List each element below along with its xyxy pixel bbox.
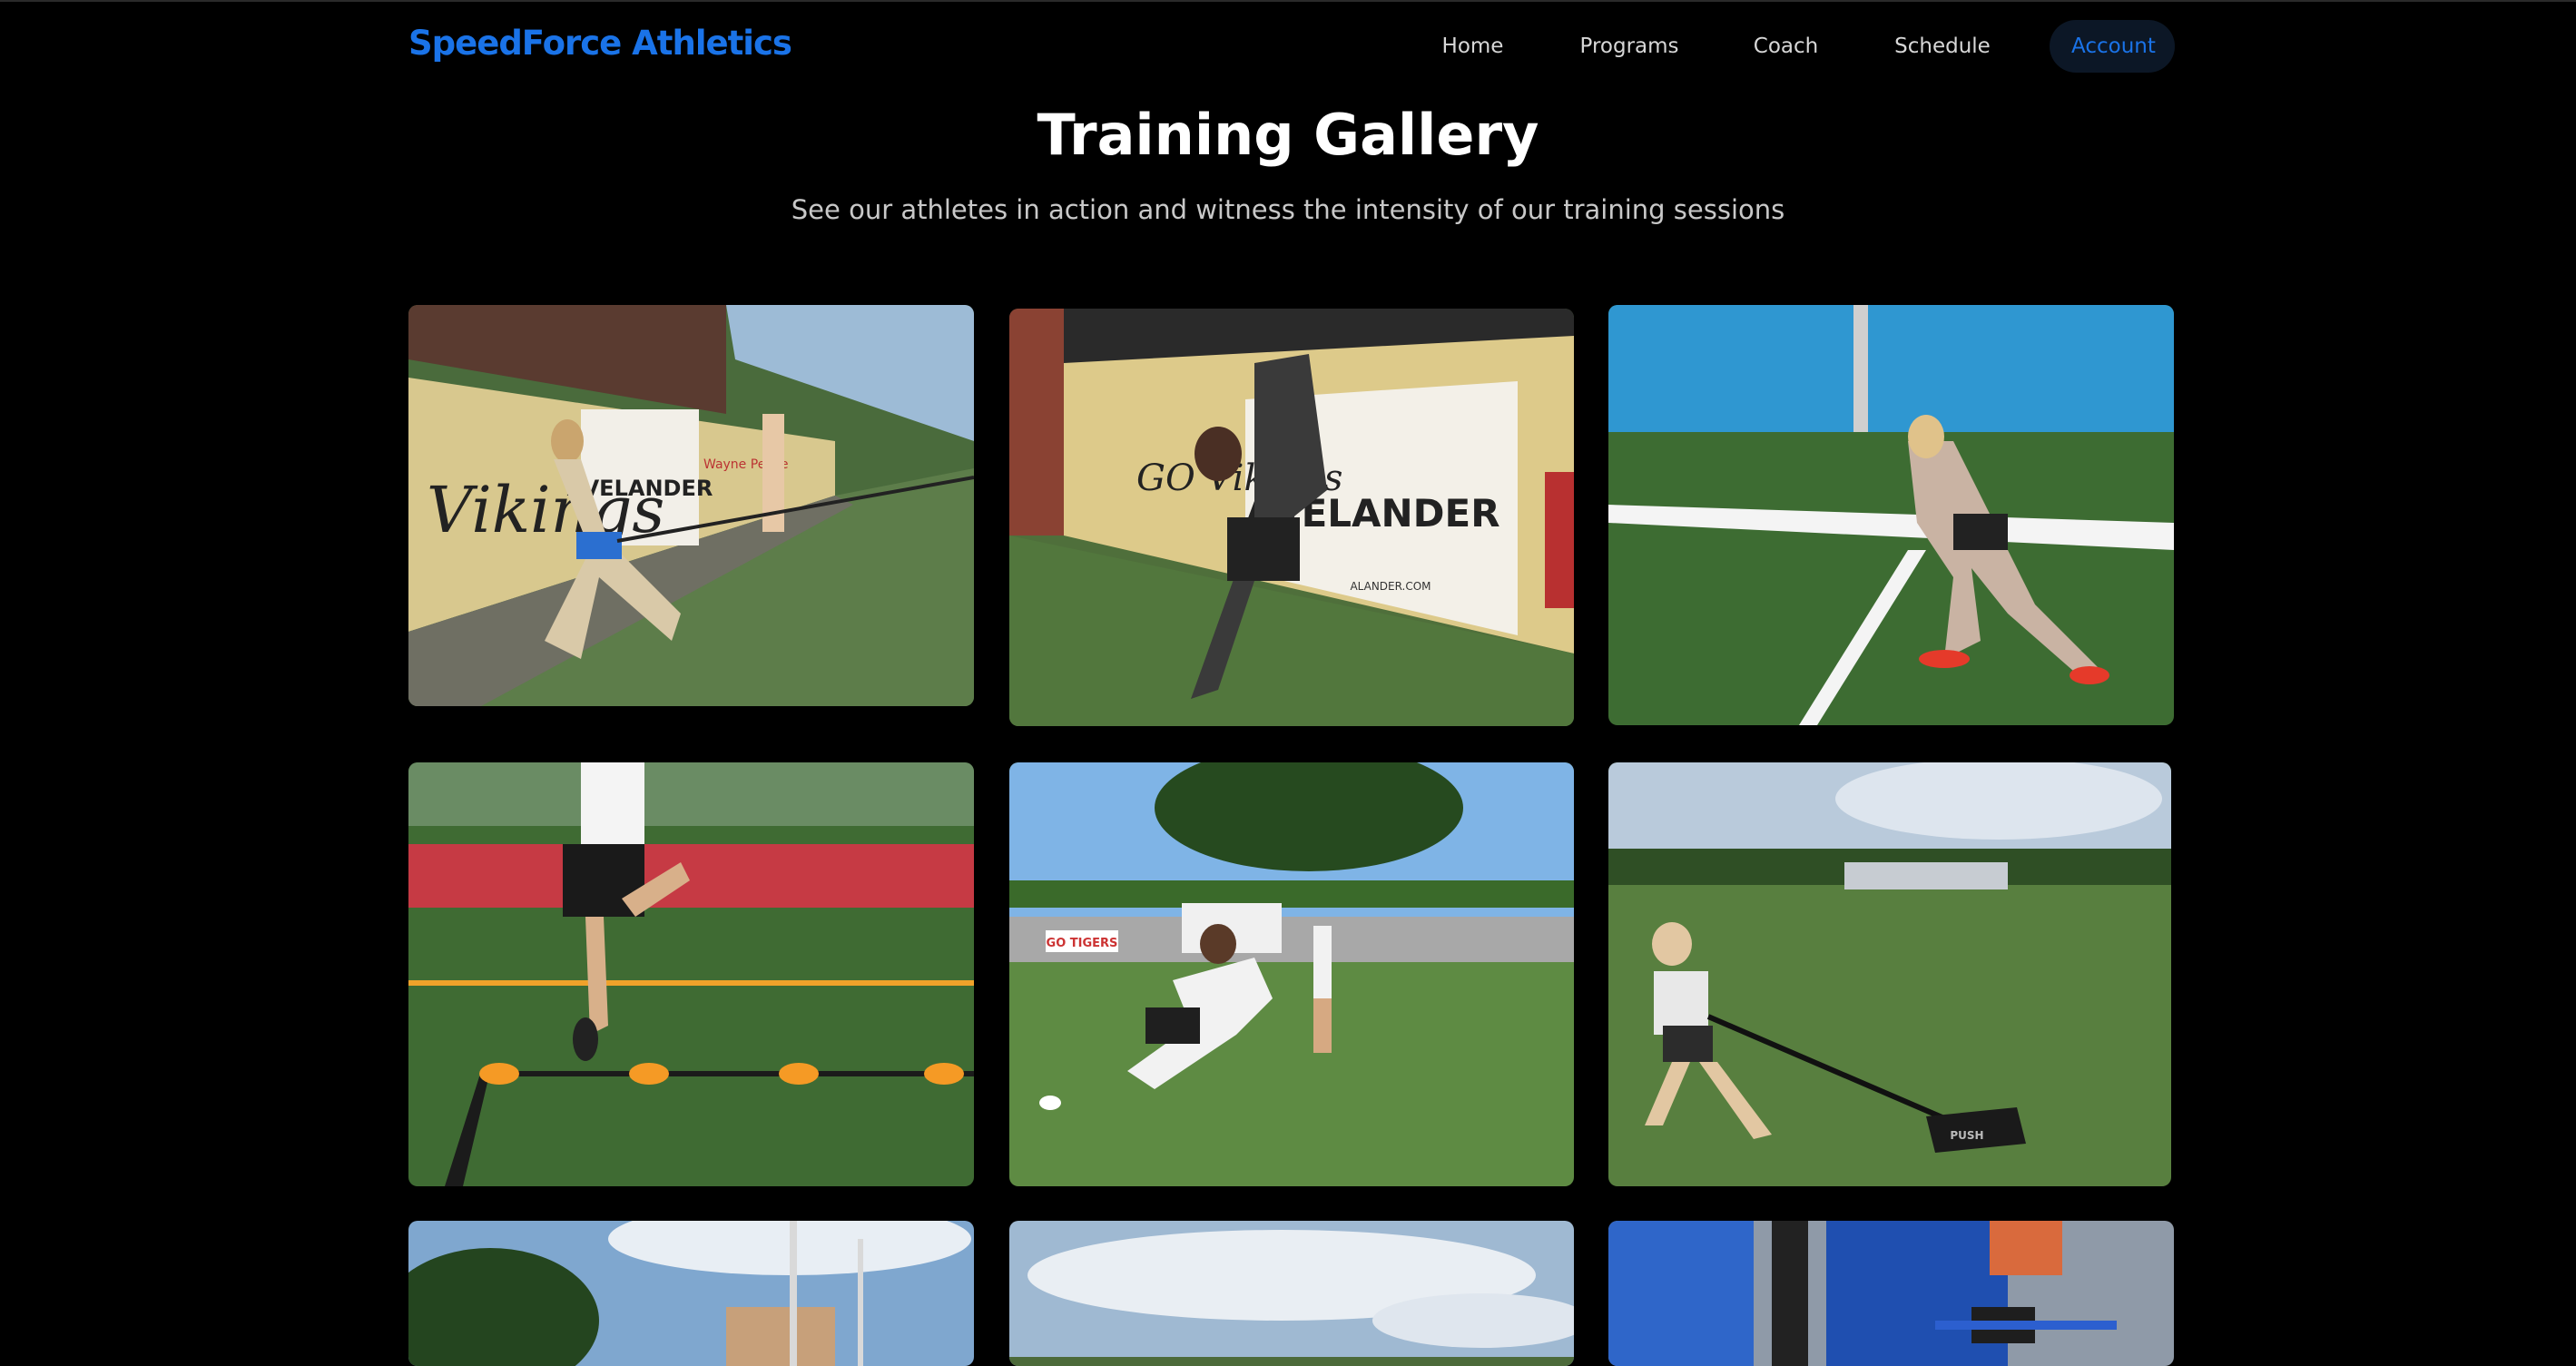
page-subtitle: See our athletes in action and witness t… [791, 194, 1785, 225]
nav-coach[interactable]: Coach [1747, 20, 1824, 73]
gallery-photo-campus[interactable] [408, 1221, 974, 1366]
gallery-photo-wall-drill-2[interactable]: AVELANDER GO Vikings ALANDER.COM [1009, 309, 1574, 726]
page-title: Training Gallery [1037, 102, 1539, 168]
gallery-photo-cut-drill[interactable]: GO TIGERS [1009, 762, 1574, 1186]
sign-text: PUSH [1950, 1129, 1983, 1142]
nav-programs[interactable]: Programs [1575, 20, 1684, 73]
gallery-photo-cone-drill[interactable] [408, 762, 974, 1186]
gallery-photo-wall-drill-1[interactable]: AVELANDER Vikings Wayne Pence [408, 305, 974, 706]
sign-text: GO TIGERS [1047, 937, 1118, 950]
gallery-photo-sky-field[interactable] [1009, 1221, 1574, 1366]
brand-logo[interactable]: SpeedForce Athletics [408, 24, 792, 63]
sign-text: ALANDER.COM [1350, 580, 1431, 593]
nav-account[interactable]: Account [2050, 20, 2175, 73]
sign-text: Vikings [427, 473, 664, 547]
top-border [0, 0, 2576, 2]
gallery-photo-sprint-start[interactable] [1608, 305, 2174, 725]
nav-home[interactable]: Home [1425, 20, 1520, 73]
gallery-photo-sled-pull[interactable]: PUSH [1608, 762, 2171, 1186]
gallery-photo-gym[interactable] [1608, 1221, 2174, 1366]
nav-schedule[interactable]: Schedule [1888, 20, 1997, 73]
